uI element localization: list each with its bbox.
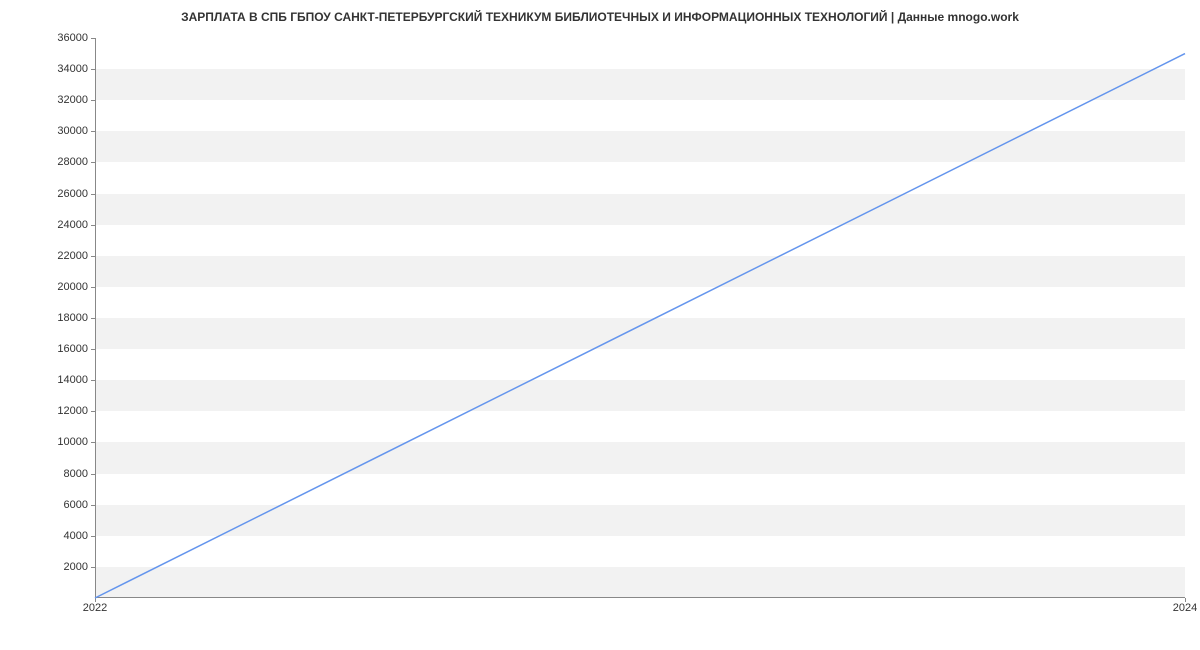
- chart-title: ЗАРПЛАТА В СПБ ГБПОУ САНКТ-ПЕТЕРБУРГСКИЙ…: [0, 10, 1200, 24]
- x-tick-label: 2022: [83, 602, 107, 614]
- y-tick-label: 28000: [38, 156, 88, 168]
- y-tick-label: 6000: [38, 499, 88, 511]
- y-tick-label: 18000: [38, 312, 88, 324]
- y-tick-label: 2000: [38, 561, 88, 573]
- chart-container: ЗАРПЛАТА В СПБ ГБПОУ САНКТ-ПЕТЕРБУРГСКИЙ…: [0, 0, 1200, 650]
- y-tick-label: 16000: [38, 343, 88, 355]
- y-tick-label: 10000: [38, 436, 88, 448]
- y-tick-label: 30000: [38, 125, 88, 137]
- y-tick-label: 8000: [38, 468, 88, 480]
- y-tick-label: 26000: [38, 188, 88, 200]
- y-tick-label: 34000: [38, 63, 88, 75]
- y-tick-label: 12000: [38, 405, 88, 417]
- plot-area: [95, 38, 1185, 598]
- data-line: [95, 54, 1185, 598]
- x-tick-label: 2024: [1173, 602, 1197, 614]
- y-tick-label: 14000: [38, 374, 88, 386]
- line-chart-svg: [95, 38, 1185, 598]
- y-tick-label: 24000: [38, 219, 88, 231]
- y-tick-label: 4000: [38, 530, 88, 542]
- y-tick-label: 32000: [38, 94, 88, 106]
- y-tick-label: 20000: [38, 281, 88, 293]
- y-tick-label: 36000: [38, 32, 88, 44]
- y-tick-label: 22000: [38, 250, 88, 262]
